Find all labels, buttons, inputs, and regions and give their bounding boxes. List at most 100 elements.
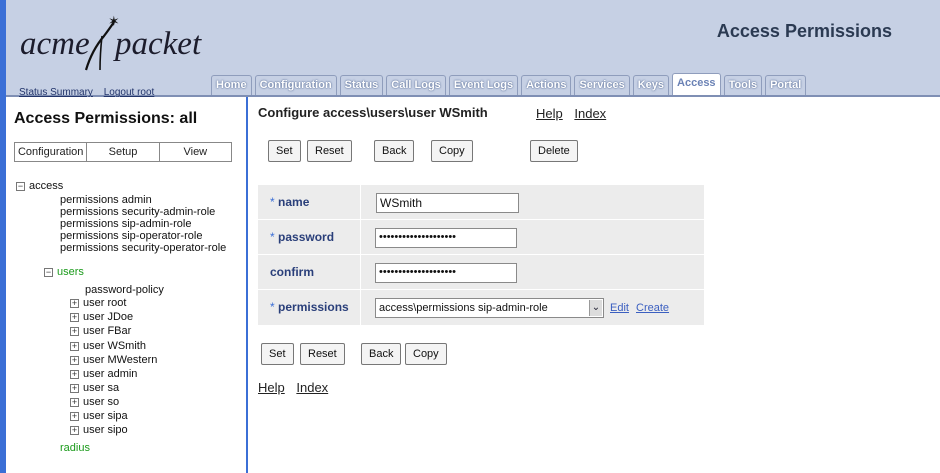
tree-node-label: user WSmith: [83, 340, 146, 352]
tree-node-label: user MWestern: [83, 354, 158, 366]
confirm-password-field[interactable]: ••••••••••••••••••••: [375, 263, 517, 283]
expand-icon[interactable]: +: [70, 312, 79, 322]
tree-node-label: user so: [83, 396, 120, 408]
tree-node[interactable]: permissions sip-admin-role: [60, 218, 191, 230]
tab-access[interactable]: Access: [672, 73, 721, 95]
tree-node-label: permissions admin: [60, 194, 152, 206]
logo-text-packet: packet: [115, 26, 202, 62]
tree-node[interactable]: + user MWestern: [70, 354, 157, 366]
tab-home[interactable]: Home: [211, 75, 252, 95]
tree-node[interactable]: − access: [16, 180, 63, 192]
password-row: * password ••••••••••••••••••••: [258, 220, 704, 255]
tree-node-label: permissions security-operator-role: [60, 242, 227, 254]
tab-keys[interactable]: Keys: [632, 75, 670, 95]
tree-node[interactable]: permissions sip-operator-role: [60, 230, 202, 242]
tree-node-label: access: [29, 180, 64, 192]
edit-link[interactable]: Edit: [610, 302, 629, 314]
expand-icon[interactable]: +: [70, 411, 79, 421]
tab-event-logs[interactable]: Event Logs: [448, 75, 519, 95]
confirm-row: confirm ••••••••••••••••••••: [258, 255, 704, 290]
main-panel: Configure access\users\user WSmith Help …: [250, 97, 940, 473]
index-link[interactable]: Index: [574, 106, 606, 121]
copy-button[interactable]: Copy: [431, 140, 473, 162]
tree-node[interactable]: radius: [60, 442, 90, 454]
collapse-icon[interactable]: −: [44, 267, 53, 277]
tree-node[interactable]: + user JDoe: [70, 311, 133, 323]
tree-node[interactable]: permissions security-admin-role: [60, 206, 215, 218]
collapse-icon[interactable]: −: [16, 181, 25, 191]
tree-node-label: user JDoe: [83, 311, 134, 323]
reset-button[interactable]: Reset: [307, 140, 352, 162]
password-field[interactable]: ••••••••••••••••••••: [375, 228, 517, 248]
permissions-selected-value: access\permissions sip-admin-role: [379, 302, 548, 314]
title-links: Help Index: [536, 106, 614, 121]
set-button[interactable]: Set: [268, 140, 301, 162]
bottom-links: Help Index: [258, 380, 336, 395]
expand-icon[interactable]: +: [70, 397, 79, 407]
tree-node[interactable]: + user FBar: [70, 325, 131, 337]
config-tree: − access permissions admin permissions secu…: [6, 97, 248, 473]
expand-icon[interactable]: +: [70, 383, 79, 393]
logo-swoosh-icon: ✶: [84, 14, 120, 71]
tab-actions[interactable]: Actions: [521, 75, 572, 95]
sidebar: Access Permissions: all Configuration Se…: [6, 97, 248, 473]
nav-tabs: Home Configuration Status Call Logs Even…: [211, 73, 809, 95]
tree-node-label: users: [57, 266, 84, 278]
back-button-bottom[interactable]: Back: [361, 343, 402, 365]
tree-node-label: user FBar: [83, 325, 132, 337]
delete-button[interactable]: Delete: [530, 140, 578, 162]
tree-node-label: user sa: [83, 382, 120, 394]
tab-portal[interactable]: Portal: [765, 75, 807, 95]
help-link-bottom[interactable]: Help: [258, 380, 285, 395]
tab-services[interactable]: Services: [574, 75, 630, 95]
create-link[interactable]: Create: [636, 302, 669, 314]
password-label: * password: [270, 230, 335, 244]
permissions-label: * permissions: [270, 300, 349, 314]
tree-node[interactable]: − users: [44, 266, 84, 278]
tree-node-label: user admin: [83, 368, 138, 380]
tree-node[interactable]: + user admin: [70, 368, 137, 380]
user-form: * name WSmith * password •••••••••••••••…: [258, 185, 704, 325]
expand-icon[interactable]: +: [70, 369, 79, 379]
tree-node[interactable]: permissions security-operator-role: [60, 242, 226, 254]
tree-node-label: radius: [60, 442, 90, 454]
set-button-bottom[interactable]: Set: [261, 343, 294, 365]
name-field[interactable]: WSmith: [376, 193, 519, 213]
page-title: Access Permissions: [716, 21, 892, 41]
help-link[interactable]: Help: [536, 106, 563, 121]
tab-tools[interactable]: Tools: [723, 75, 763, 95]
config-title: Configure access\users\user WSmith: [258, 105, 488, 120]
tree-node-label: permissions security-admin-role: [60, 206, 216, 218]
tree-node[interactable]: password-policy: [85, 284, 164, 296]
tree-node-label: user sipo: [83, 424, 128, 436]
tree-node-label: permissions sip-operator-role: [60, 230, 203, 242]
reset-button-bottom[interactable]: Reset: [300, 343, 345, 365]
tree-node[interactable]: + user WSmith: [70, 340, 146, 352]
tree-node[interactable]: permissions admin: [60, 194, 152, 206]
tree-node-label: user sipa: [83, 410, 128, 422]
tree-node-label: permissions sip-admin-role: [60, 218, 192, 230]
tree-node[interactable]: + user sipa: [70, 410, 128, 422]
name-row: * name WSmith: [258, 185, 704, 220]
tree-node[interactable]: + user sipo: [70, 424, 128, 436]
index-link-bottom[interactable]: Index: [296, 380, 328, 395]
tree-node[interactable]: + user sa: [70, 382, 119, 394]
tree-node-label: user root: [83, 297, 127, 309]
expand-icon[interactable]: +: [70, 326, 79, 336]
tree-node[interactable]: + user root: [70, 297, 126, 309]
tab-configuration[interactable]: Configuration: [254, 75, 337, 95]
tree-node[interactable]: + user so: [70, 396, 119, 408]
expand-icon[interactable]: +: [70, 355, 79, 365]
permissions-select[interactable]: access\permissions sip-admin-role ⌄: [375, 298, 604, 318]
copy-button-bottom[interactable]: Copy: [405, 343, 447, 365]
header: acme ✶ packet Access Permissions Status …: [6, 0, 940, 98]
chevron-down-icon[interactable]: ⌄: [589, 300, 602, 316]
expand-icon[interactable]: +: [70, 298, 79, 308]
tab-call-logs[interactable]: Call Logs: [386, 75, 446, 95]
tree-node-label: password-policy: [85, 284, 164, 296]
back-button[interactable]: Back: [374, 140, 415, 162]
expand-icon[interactable]: +: [70, 341, 79, 351]
tab-status[interactable]: Status: [339, 75, 384, 95]
expand-icon[interactable]: +: [70, 425, 79, 435]
confirm-label: confirm: [270, 265, 315, 279]
